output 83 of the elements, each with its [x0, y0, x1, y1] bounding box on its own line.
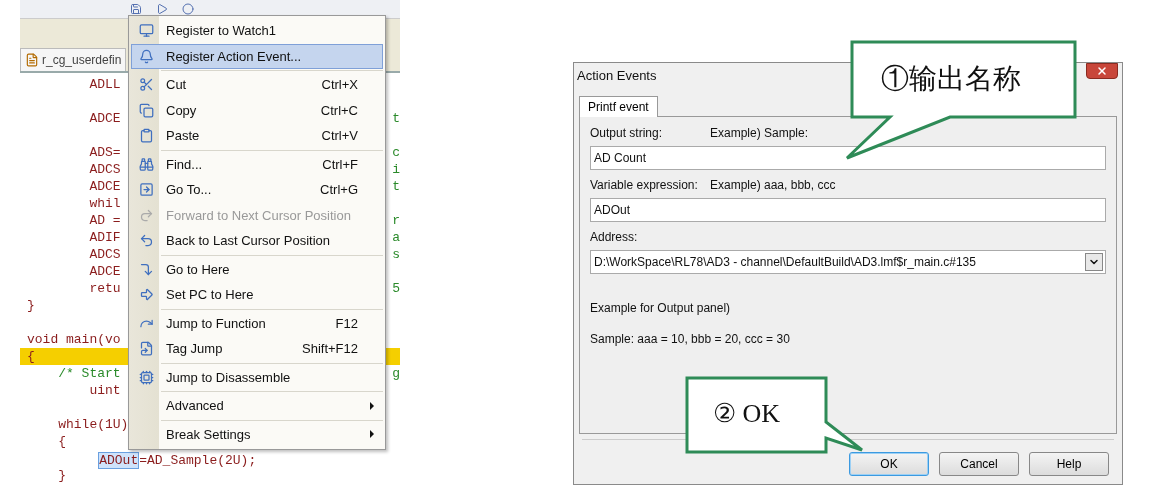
menu-icon	[138, 182, 154, 198]
example-text: Example) aaa, bbb, ccc	[710, 178, 836, 192]
menu-item[interactable]: Cut Ctrl+X	[131, 72, 383, 98]
code-fragment: s	[392, 247, 400, 262]
menu-icon	[138, 77, 154, 93]
code-fragment: t	[392, 179, 400, 194]
menu-icon	[138, 369, 154, 385]
code-line: ADCS	[88, 162, 121, 177]
tab[interactable]: Printf event	[579, 96, 658, 117]
menu-icon	[138, 287, 154, 303]
file-icon	[25, 53, 39, 67]
code-line: /* Start	[57, 366, 121, 381]
menu-item[interactable]: Register Action Event...	[131, 43, 383, 69]
code-line: whil	[88, 196, 121, 211]
menu-item[interactable]: Back to Last Cursor Position	[131, 228, 383, 254]
code-line: }	[57, 468, 66, 483]
dialog-button[interactable]: Help	[1029, 452, 1109, 476]
example-output: Sample: aaa = 10, bbb = 20, ccc = 30	[590, 332, 791, 346]
code-line: ADCE	[88, 179, 121, 194]
close-button[interactable]	[1086, 63, 1118, 79]
code-fragment: c	[392, 145, 400, 160]
example-heading: Example for Output panel)	[590, 301, 732, 315]
menu-item[interactable]: Go to Here	[131, 256, 383, 282]
code-text: =AD_Sample(2U);	[139, 452, 257, 468]
address-dropdown[interactable]: D:\WorkSpace\RL78\AD3 - channel\DefaultBuild\AD3.lmf$r_main.c#135	[590, 250, 1106, 274]
code-fragment: r	[392, 213, 400, 228]
dialog-button[interactable]: Cancel	[939, 452, 1019, 476]
menu-item[interactable]: Paste Ctrl+V	[131, 123, 383, 149]
submenu-arrow-icon	[370, 401, 374, 410]
menu-item[interactable]: Break Settings	[131, 421, 383, 447]
example-text: Example) Sample:	[710, 126, 809, 140]
callout-text: ② OK	[713, 398, 781, 429]
code-line: ADLL	[88, 77, 121, 92]
window-title: Action Events	[577, 67, 657, 83]
menu-item[interactable]: Jump to Disassemble	[131, 364, 383, 390]
code-line: while(1U)	[57, 417, 129, 432]
menu-item[interactable]: Find... Ctrl+F	[131, 151, 383, 177]
selected-text: ADOut	[98, 451, 140, 469]
code-line: ADCS	[88, 247, 121, 262]
variable-expression-field[interactable]: ADOut	[590, 198, 1106, 222]
code-line: uint	[88, 383, 121, 398]
field-label: Address:	[590, 230, 639, 244]
menu-icon	[138, 102, 154, 118]
file-tab[interactable]: r_cg_userdefin	[20, 48, 127, 71]
menu-item[interactable]: Jump to Function F12	[131, 310, 383, 336]
menu-item[interactable]: Go To... Ctrl+G	[131, 177, 383, 203]
menu-icon	[138, 48, 154, 64]
field-label: Variable expression:	[590, 178, 699, 192]
code-fragment: t	[392, 111, 400, 126]
dialog-button[interactable]: OK	[849, 452, 929, 476]
code-line: ADS=	[88, 145, 121, 160]
code-line: ADCE	[88, 264, 121, 279]
menu-item[interactable]: Advanced	[131, 393, 383, 419]
code-line: {	[26, 349, 35, 364]
submenu-arrow-icon	[370, 430, 374, 439]
menu-item[interactable]: Copy Ctrl+C	[131, 97, 383, 123]
menu-icon	[138, 261, 154, 277]
menu-item[interactable]: Tag Jump Shift+F12	[131, 336, 383, 362]
field-label: Output string:	[590, 126, 664, 140]
code-line: AD =	[88, 213, 121, 228]
code-line: ADCE	[88, 111, 121, 126]
code-line: ADIF	[88, 230, 121, 245]
callout-text: ①输出名称	[881, 62, 1021, 96]
toolbar-circle-icon[interactable]	[182, 3, 194, 15]
menu-icon	[138, 233, 154, 249]
menu-item[interactable]: Set PC to Here	[131, 282, 383, 308]
menu-icon	[138, 128, 154, 144]
code-fragment: a	[392, 230, 400, 245]
close-icon	[1096, 65, 1108, 77]
menu-icon	[138, 23, 154, 39]
code-line: }	[26, 298, 35, 313]
code-line: {	[57, 434, 66, 449]
toolbar-save-icon[interactable]	[130, 3, 142, 15]
code-fragment: i	[392, 162, 400, 177]
menu-icon	[138, 341, 154, 357]
menu-icon	[138, 156, 154, 172]
code-line: void main(vo	[26, 332, 121, 347]
toolbar-run-icon[interactable]	[156, 3, 168, 15]
menu-icon	[138, 207, 154, 223]
code-fragment: 5	[392, 281, 400, 296]
code-fragment: g	[392, 366, 400, 381]
code-line: retu	[88, 281, 121, 296]
output-string-field[interactable]: AD Count	[590, 146, 1106, 170]
